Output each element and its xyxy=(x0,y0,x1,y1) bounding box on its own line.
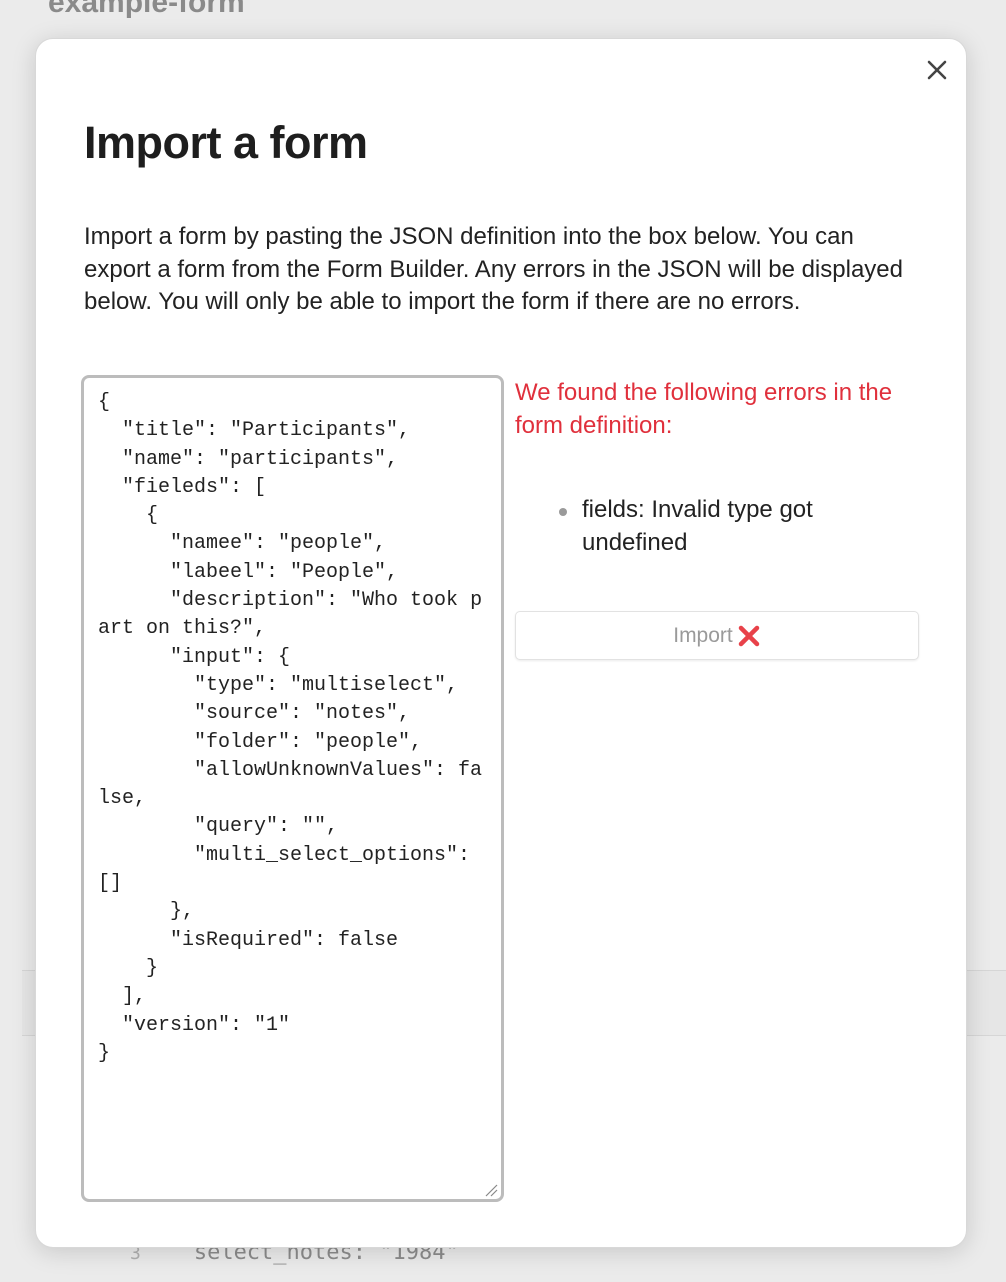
modal-description: Import a form by pasting the JSON defini… xyxy=(84,223,903,315)
error-text: fields: Invalid type got undefined xyxy=(582,496,813,556)
background-page-title: example-form xyxy=(48,0,245,19)
modal-title: Import a form xyxy=(84,117,368,168)
cross-mark-icon xyxy=(738,625,759,646)
bullet-icon xyxy=(559,508,567,516)
close-icon[interactable] xyxy=(922,55,952,85)
import-button[interactable]: Import xyxy=(515,611,919,660)
resize-handle-icon[interactable] xyxy=(482,1181,498,1197)
errors-list: fields: Invalid type got undefined xyxy=(559,494,919,559)
errors-heading: We found the following errors in the for… xyxy=(515,379,893,439)
error-item: fields: Invalid type got undefined xyxy=(559,494,919,559)
import-form-modal: Import a form Import a form by pasting t… xyxy=(35,38,967,1248)
json-definition-input[interactable] xyxy=(81,375,504,1202)
import-button-label: Import xyxy=(673,623,733,647)
